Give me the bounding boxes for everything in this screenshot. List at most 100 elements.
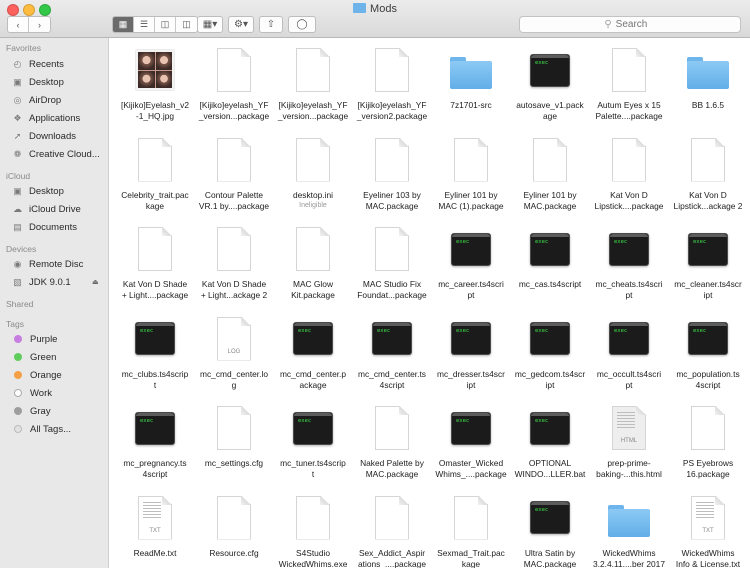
file-name: mc_gedcom.ts4scr ipt [514,368,586,390]
file-item[interactable]: Sex_Addict_Aspir ations_....package [353,492,431,568]
file-item[interactable]: exec mc_cleaner.ts4scr ipt [669,223,747,301]
back-button[interactable]: ‹ [8,17,29,32]
file-item[interactable]: Kat Von D Lipstick....package [590,134,668,212]
search-field[interactable]: ⚲ [519,16,741,33]
file-item[interactable]: PS Eyebrows 16.package [669,402,747,480]
sidebar-item-documents[interactable]: ▤ Documents [12,219,77,235]
file-item[interactable]: Eyliner 101 by MAC.package [511,134,589,212]
file-item[interactable]: exec mc_pregnancy.ts 4script [116,402,194,480]
file-icon-container: HTML [590,402,668,454]
file-icon-container: exec [669,223,747,275]
file-icon-container: LOG [195,313,273,365]
sidebar-tag-green[interactable]: Green [12,349,56,365]
file-item[interactable]: Autum Eyes x 15 Palette....package [590,44,668,122]
sidebar-item-airdrop[interactable]: ◎ AirDrop [12,92,62,108]
file-item[interactable]: Kat Von D Shade + Light...ackage 2 [195,223,273,301]
file-icon-container: exec [274,402,352,454]
terminal-exec-icon: exec [609,322,649,355]
sidebar-tag-gray[interactable]: Gray [12,403,51,419]
sidebar-item-applications[interactable]: ❖ Applications [12,110,80,126]
share-button[interactable]: ⇧ [259,16,283,33]
file-item[interactable]: TXT ReadMe.txt [116,492,194,559]
view-mode-control: ▦ ☰ ◫ ◫ [112,16,198,33]
file-item[interactable]: WickedWhims 3.2.4.11....ber 2017 [590,492,668,568]
file-item[interactable]: exec mc_cheats.ts4scri pt [590,223,668,301]
file-item[interactable]: exec mc_dresser.ts4scr ipt [432,313,510,391]
file-item[interactable]: Contour Palette VR.1 by....package [195,134,273,212]
file-icon-container [195,134,273,186]
file-name: mc_dresser.ts4scr ipt [437,368,505,390]
file-item[interactable]: TXT WickedWhims Info & License.txt [669,492,747,568]
file-icon-container: TXT [116,492,194,544]
sidebar-item-label: JDK 9.0.1 [29,276,71,288]
sidebar-favorites-heading: Favorites [6,43,41,53]
file-item[interactable]: [Kijiko]eyelash_YF _version...package [195,44,273,122]
icon-view-button[interactable]: ▦ [113,17,134,32]
file-item[interactable]: exec Omaster_Wicked Whims_....package [432,402,510,480]
sidebar-tag-all[interactable]: All Tags... [12,421,71,437]
file-icon-container: exec [116,313,194,365]
sidebar-item-remote-disc[interactable]: ◉ Remote Disc [12,256,84,272]
sidebar-item-creative-cloud[interactable]: ❁ Creative Cloud... [12,146,100,162]
file-item[interactable]: BB 1.6.5 [669,44,747,111]
exec-label: exec [377,328,391,334]
file-item[interactable]: [Kijiko]Eyelash_v2 -1_HQ.jpg [116,44,194,122]
file-item[interactable]: exec autosave_v1.pack age [511,44,589,122]
file-item[interactable]: Eyeliner 103 by MAC.package [353,134,431,212]
sidebar-tag-orange[interactable]: Orange [12,367,62,383]
sidebar-item-downloads[interactable]: ➚ Downloads [12,128,76,144]
edit-tags-button[interactable]: ◯ [288,16,316,33]
navigation-buttons: ‹ › [7,16,51,33]
action-button[interactable]: ⚙▾ [228,16,254,33]
file-icon-container [353,402,431,454]
group-by-button[interactable]: ▦▾ [197,16,223,33]
file-item[interactable]: exec mc_population.ts 4script [669,313,747,391]
file-item[interactable]: [Kijiko]eyelash_YF _version...package [274,44,352,122]
file-name: mc_population.ts 4script [676,368,740,390]
text-document-icon: TXT [691,495,725,540]
eject-icon[interactable]: ⏏ [92,278,99,286]
file-item[interactable]: mc_settings.cfg [195,402,273,469]
file-item[interactable]: Sexmad_Trait.pac kage [432,492,510,568]
file-item[interactable]: exec Ultra Satin by MAC.package [511,492,589,568]
file-type-tag: TXT [149,527,161,534]
search-input[interactable] [615,19,656,30]
sidebar-tag-purple[interactable]: Purple [12,331,57,347]
file-item[interactable]: Kat Von D Lipstick...ackage 2 [669,134,747,212]
file-item[interactable]: exec mc_tuner.ts4scrip t [274,402,352,480]
file-item[interactable]: exec mc_cas.ts4script [511,223,589,290]
sidebar-item-icloud-drive[interactable]: ☁ iCloud Drive [12,201,81,217]
file-item[interactable]: HTML prep-prime- baking-...this.html [590,402,668,480]
sidebar-item-icloud-desktop[interactable]: ▣ Desktop [12,183,64,199]
file-item[interactable]: Resource.cfg [195,492,273,559]
file-item[interactable]: Celebrity_trait.pac kage [116,134,194,212]
file-item[interactable]: exec mc_cmd_center.ts 4script [353,313,431,391]
file-name: mc_cleaner.ts4scr ipt [674,279,742,300]
file-icon-container [195,492,273,544]
file-item[interactable]: 7z1701-src [432,44,510,111]
list-view-button[interactable]: ☰ [134,17,155,32]
sidebar-item-jdk[interactable]: ▧ JDK 9.0.1 [12,274,71,290]
file-item[interactable]: exec mc_cmd_center.p ackage [274,313,352,391]
file-item[interactable]: desktop.ini Ineligible [274,134,352,210]
sidebar-tag-work[interactable]: Work [12,385,52,401]
file-item[interactable]: Naked Palette by MAC.package [353,402,431,480]
file-item[interactable]: exec mc_career.ts4scri pt [432,223,510,301]
column-view-button[interactable]: ◫ [155,17,176,32]
sidebar-item-desktop[interactable]: ▣ Desktop [12,74,64,90]
file-item[interactable]: Eyliner 101 by MAC (1).package [432,134,510,212]
file-item[interactable]: Kat Von D Shade + Light....package [116,223,194,301]
forward-button[interactable]: › [29,17,50,32]
file-name: BB 1.6.5 [691,100,725,110]
file-item[interactable]: exec OPTIONAL WINDO...LLER.bat [511,402,589,480]
file-item[interactable]: MAC Glow Kit.package [274,223,352,301]
cover-flow-button[interactable]: ◫ [176,17,197,32]
file-item[interactable]: exec mc_clubs.ts4scrip t [116,313,194,391]
file-item[interactable]: LOG mc_cmd_center.lo g [195,313,273,391]
sidebar-item-recents[interactable]: ◴ Recents [12,56,64,72]
file-item[interactable]: MAC Studio Fix Foundat...package [353,223,431,301]
file-item[interactable]: exec mc_occult.ts4scri pt [590,313,668,391]
file-item[interactable]: S4Studio WickedWhims.exe [274,492,352,568]
file-item[interactable]: [Kijiko]eyelash_YF _version2.package [353,44,431,122]
file-item[interactable]: exec mc_gedcom.ts4scr ipt [511,313,589,391]
